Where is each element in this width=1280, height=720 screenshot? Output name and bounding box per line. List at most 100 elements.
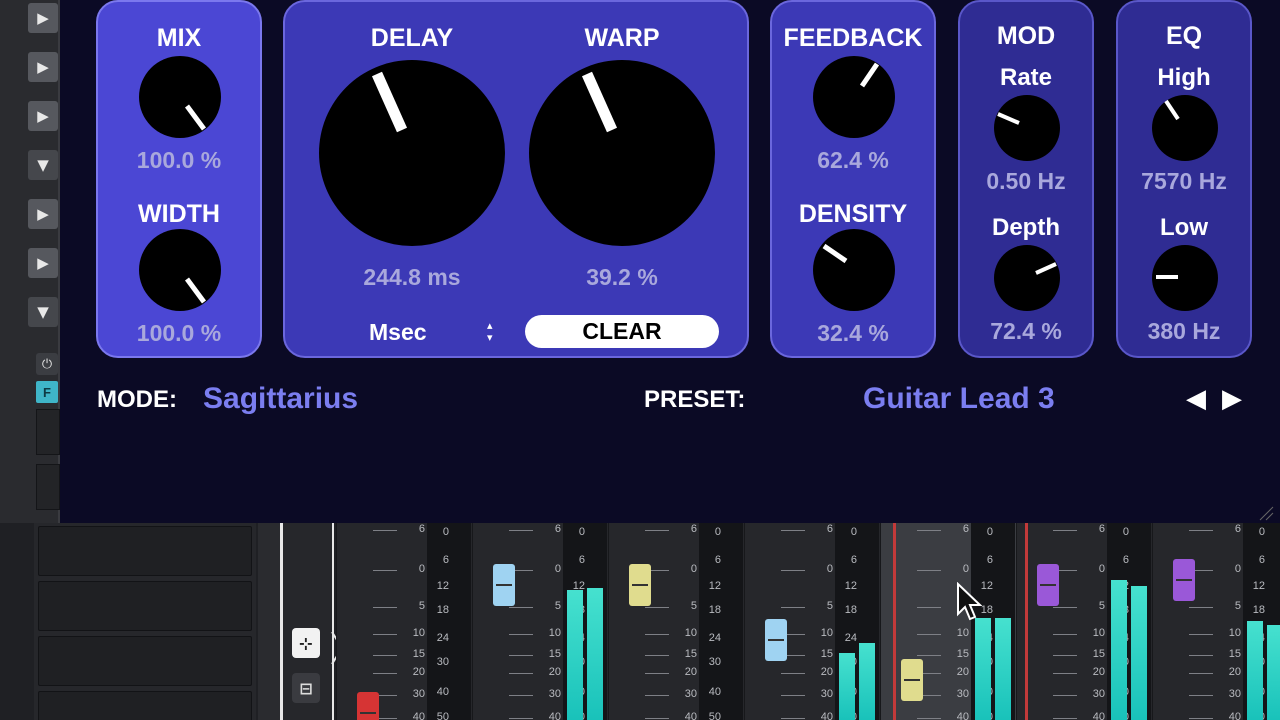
play-triangle-icon: ▶ [37,107,49,125]
fader-scale-tick [781,570,805,571]
warp-knob[interactable] [529,60,715,246]
mixer-slot[interactable] [38,526,252,576]
fader-scale-label: 20 [1092,666,1105,678]
fader-scale-label: 10 [548,627,561,639]
meter-bar [975,618,991,720]
expand-track-button-3[interactable]: ▶ [28,101,58,131]
meter-scale-label: 6 [1258,554,1265,566]
preset-label: PRESET: [644,386,746,413]
channel-fader[interactable] [901,659,923,701]
fader-scale-label: 30 [412,688,425,700]
mixer-slot[interactable] [38,581,252,631]
fader-scale-label: 20 [1228,666,1241,678]
channel-fader[interactable] [1037,564,1059,606]
expand-track-button-2[interactable]: ▶ [28,52,58,82]
fader-scale-tick [1053,607,1077,608]
preset-name[interactable]: Guitar Lead 3 [863,382,1055,416]
meter-scale-label: 50 [708,711,721,720]
insert-slot[interactable] [36,409,60,455]
meter-bar [1247,621,1263,720]
fader-scale-tick [645,655,669,656]
fader-scale-tick [509,695,533,696]
mix-knob[interactable] [139,56,221,138]
mod-rate-label: Rate [999,64,1053,91]
mode-value[interactable]: Sagittarius [203,382,358,416]
channel-fader[interactable] [357,692,379,720]
clear-button[interactable]: CLEAR [525,315,719,348]
mod-rate-knob[interactable] [994,95,1060,161]
meter-scale-label: 0 [578,526,585,538]
fader-scale-label: 6 [690,523,697,535]
channel-fader[interactable] [765,619,787,661]
fader-scale-tick [1053,530,1077,531]
fader-scale-tick [645,530,669,531]
fader-scale-tick [917,718,941,719]
fader-scale-label: 10 [1092,627,1105,639]
fader-scale-tick [1189,718,1213,719]
mixer-slot[interactable] [38,636,252,686]
time-mode-select[interactable]: Msec [369,319,427,346]
meter-scale-label: 0 [442,526,449,538]
meter-scale-label: 0 [850,526,857,538]
fader-scale-label: 15 [548,648,561,660]
level-meter: 06121824304050 [1243,523,1280,720]
eq-low-knob[interactable] [1152,245,1218,311]
width-value: 100.0 % [136,320,222,346]
collapse-track-button-7[interactable]: ▼ [28,297,58,327]
meter-scale-label: 6 [714,554,721,566]
fader-scale-tick [1053,673,1077,674]
mixer-routing-icon[interactable]: ⊟ [292,673,320,703]
delay-knob[interactable] [319,60,505,246]
mix-width-panel: MIX 100.0 % WIDTH 100.0 % [96,0,262,358]
preset-prev-icon[interactable]: ◀ [1186,384,1206,414]
width-knob[interactable] [139,229,221,311]
resize-grip-icon[interactable] [1258,505,1274,521]
meter-scale-label: 18 [1252,604,1265,616]
fader-scale-label: 40 [956,711,969,720]
fader-scale-tick [373,530,397,531]
fader-scale-label: 20 [548,666,561,678]
mixer-faders-icon[interactable]: ⊹ [292,628,320,658]
eq-high-knob[interactable] [1152,95,1218,161]
expand-track-button-6[interactable]: ▶ [28,248,58,278]
meter-scale-label: 12 [708,580,721,592]
expand-track-button-1[interactable]: ▶ [28,3,58,33]
level-meter: 06121824304050 [1107,523,1151,720]
eq-low-label: Low [1160,214,1208,241]
expand-track-button-5[interactable]: ▶ [28,199,58,229]
insert-slot[interactable] [36,464,60,510]
fader-scale-tick [645,695,669,696]
feedback-knob[interactable] [813,56,895,138]
fader-scale-label: 6 [962,523,969,535]
fader-scale-label: 15 [956,648,969,660]
mod-depth-knob[interactable] [994,245,1060,311]
power-icon[interactable]: ⏻ [36,353,58,375]
fader-scale-label: 10 [820,627,833,639]
collapse-track-button-4[interactable]: ▼ [28,150,58,180]
fader-scale-label: 6 [826,523,833,535]
channel-fader[interactable] [1173,559,1195,601]
meter-bar [859,643,875,720]
channel-fader[interactable] [629,564,651,606]
up-down-arrows-icon[interactable]: ▴ ▾ [487,320,493,344]
density-label: DENSITY [798,200,908,228]
preset-next-icon[interactable]: ▶ [1222,384,1242,414]
meter-scale-label: 18 [436,604,449,616]
fader-scale-label: 15 [1092,648,1105,660]
fader-scale-label: 15 [412,648,425,660]
meter-scale-label: 18 [844,604,857,616]
density-knob[interactable] [813,229,895,311]
mixer-slot[interactable] [38,691,252,720]
fader-scale-tick [373,655,397,656]
fader-scale-tick [373,673,397,674]
channel-fader[interactable] [493,564,515,606]
feedback-label: FEEDBACK [783,24,923,52]
f-button[interactable]: F [36,381,58,403]
track-list-strip: ▶ ▶ ▶ ▼ ▶ ▶ ▼ ⏻ F [0,0,60,525]
fader-scale-label: 30 [1092,688,1105,700]
fader-scale-tick [509,634,533,635]
meter-scale-label: 6 [850,554,857,566]
meter-bar [995,618,1011,720]
fader-scale-label: 0 [690,563,697,575]
fader-scale-tick [509,673,533,674]
